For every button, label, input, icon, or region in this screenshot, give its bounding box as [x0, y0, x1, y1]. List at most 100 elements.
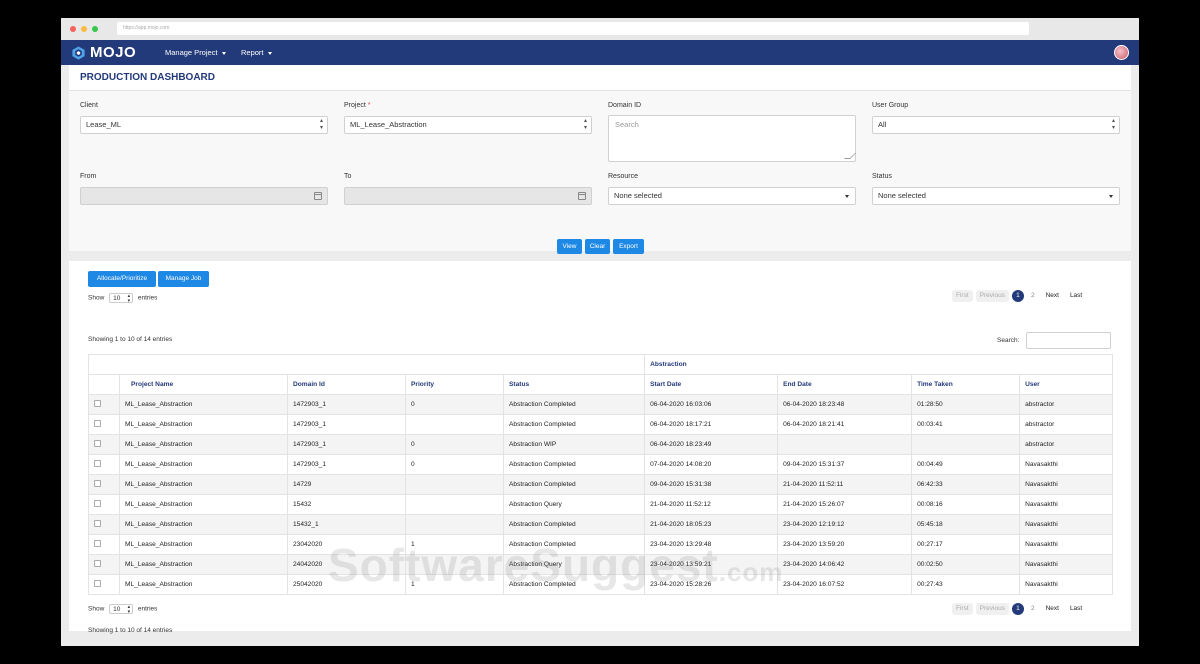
previous-page-button[interactable]: Previous — [975, 290, 1009, 302]
cell-user: abstractor — [1019, 434, 1114, 455]
column-header-start-date[interactable]: Start Date — [644, 374, 779, 395]
row-checkbox[interactable] — [94, 520, 101, 527]
cell-end-date: 23-04-2020 14:06:42 — [777, 554, 913, 575]
cell-user: Navasakthi — [1019, 574, 1114, 595]
entries-label: entries — [137, 605, 158, 613]
updown-arrows-icon: ▴ ▾ — [127, 604, 131, 615]
cell-project-name: ML_Lease_Abstraction — [119, 474, 288, 495]
page-2-button[interactable]: 2 — [1027, 290, 1039, 302]
table-row[interactable]: ML_Lease_Abstraction 14729 Abstraction Com… — [88, 474, 1114, 495]
row-checkbox[interactable] — [94, 480, 101, 487]
minimize-window-dot[interactable] — [81, 26, 87, 32]
export-button[interactable]: Export — [613, 239, 644, 254]
table-row[interactable]: ML_Lease_Abstraction 1472903_1 0 Abstractio… — [88, 394, 1114, 415]
page-length-select[interactable]: 10 ▴ ▾ — [109, 293, 134, 304]
table-search-input[interactable] — [1026, 332, 1111, 349]
page-length-select[interactable]: 10 ▴ ▾ — [109, 604, 134, 615]
cell-project-name: ML_Lease_Abstraction — [119, 414, 288, 435]
table-row[interactable]: ML_Lease_Abstraction 1472903_1 Abstraction… — [88, 414, 1114, 435]
row-checkbox[interactable] — [94, 420, 101, 427]
manage-job-button[interactable]: Manage Job — [158, 271, 209, 287]
table-row[interactable]: ML_Lease_Abstraction 1472903_1 0 Abstractio… — [88, 434, 1114, 455]
row-checkbox-cell — [88, 534, 120, 555]
table-row[interactable]: ML_Lease_Abstraction 15432 Abstraction Que… — [88, 494, 1114, 515]
row-checkbox[interactable] — [94, 460, 101, 467]
close-window-dot[interactable] — [70, 26, 76, 32]
first-page-button[interactable]: First — [952, 603, 973, 615]
last-page-button[interactable]: Last — [1066, 603, 1086, 615]
resource-label: Resource — [608, 173, 638, 180]
cell-time-taken: 00:04:49 — [911, 454, 1021, 475]
column-header-priority[interactable]: Priority — [405, 374, 504, 395]
next-page-button[interactable]: Next — [1042, 603, 1063, 615]
cell-start-date: 06-04-2020 18:17:21 — [644, 414, 779, 435]
cell-project-name: ML_Lease_Abstraction — [119, 394, 288, 415]
row-checkbox[interactable] — [94, 560, 101, 567]
previous-page-button[interactable]: Previous — [975, 603, 1009, 615]
column-header-user[interactable]: User — [1019, 374, 1114, 395]
cell-end-date: 21-04-2020 11:52:11 — [777, 474, 913, 495]
domain-id-label: Domain ID — [608, 102, 642, 109]
user-group-select[interactable]: All ▴ ▾ — [872, 116, 1120, 134]
from-date-input[interactable] — [80, 187, 328, 205]
column-header-end-date[interactable]: End Date — [777, 374, 913, 395]
resize-grip-icon[interactable] — [844, 153, 856, 159]
row-checkbox[interactable] — [94, 440, 101, 447]
table-row[interactable]: ML_Lease_Abstraction 23042020 1 Abstraction… — [88, 534, 1114, 555]
resource-multiselect[interactable]: None selected — [608, 187, 856, 205]
user-avatar[interactable] — [1114, 45, 1129, 60]
menu-manage-project-label: Manage Project — [165, 48, 218, 57]
column-header-project-name[interactable]: Project Name — [119, 374, 288, 395]
allocate-prioritize-button[interactable]: Allocate/Prioritize — [88, 271, 156, 287]
column-header-time-taken[interactable]: Time Taken — [911, 374, 1021, 395]
brand-logo[interactable]: MOJO — [71, 44, 136, 61]
maximize-window-dot[interactable] — [92, 26, 98, 32]
calendar-icon[interactable] — [314, 192, 322, 200]
updown-arrows-icon: ▴ ▾ — [1111, 118, 1115, 131]
clear-button[interactable]: Clear — [585, 239, 610, 254]
calendar-icon[interactable] — [578, 192, 586, 200]
client-select[interactable]: Lease_ML ▴ ▾ — [80, 116, 328, 134]
view-button[interactable]: View — [557, 239, 582, 254]
required-mark: * — [367, 102, 371, 109]
domain-id-textarea[interactable]: Search — [608, 115, 856, 162]
address-bar[interactable]: https://app.mojo.com — [117, 22, 1029, 35]
menu-manage-project[interactable]: Manage Project — [165, 40, 226, 65]
search-label: Search: — [997, 337, 1020, 344]
cell-user: abstractor — [1019, 394, 1114, 415]
cell-user: Navasakthi — [1019, 534, 1114, 555]
menu-report[interactable]: Report — [241, 40, 272, 65]
table-row[interactable]: ML_Lease_Abstraction 25042020 1 Abstraction… — [88, 574, 1114, 595]
select-all-column-header — [88, 374, 120, 395]
cell-end-date — [777, 434, 913, 455]
table-row[interactable]: ML_Lease_Abstraction 24042020 Abstraction … — [88, 554, 1114, 575]
last-page-button[interactable]: Last — [1066, 290, 1086, 302]
project-select[interactable]: ML_Lease_Abstraction ▴ ▾ — [344, 116, 592, 134]
table-row[interactable]: ML_Lease_Abstraction 1472903_1 0 Abstractio… — [88, 454, 1114, 475]
entries-label: entries — [137, 294, 158, 302]
page-header: PRODUCTION DASHBOARD — [69, 65, 1131, 91]
status-multiselect[interactable]: None selected — [872, 187, 1120, 205]
top-navbar: MOJO Manage Project Report — [61, 40, 1139, 65]
cell-status: Abstraction Completed — [502, 514, 646, 535]
table-row[interactable]: ML_Lease_Abstraction 15432_1 Abstraction C… — [88, 514, 1114, 535]
row-checkbox[interactable] — [94, 580, 101, 587]
cell-priority: 1 — [405, 574, 504, 595]
to-date-input[interactable] — [344, 187, 592, 205]
column-header-status[interactable]: Status — [502, 374, 646, 395]
cell-project-name: ML_Lease_Abstraction — [119, 514, 288, 535]
row-checkbox[interactable] — [94, 400, 101, 407]
cell-status: Abstraction Completed — [502, 574, 646, 595]
column-header-domain-id[interactable]: Domain Id — [287, 374, 406, 395]
row-checkbox[interactable] — [94, 540, 101, 547]
page-length-control-bottom: Show 10 ▴ ▾ entries — [88, 604, 158, 615]
page-1-button[interactable]: 1 — [1011, 290, 1024, 302]
next-page-button[interactable]: Next — [1042, 290, 1063, 302]
cell-end-date: 09-04-2020 15:31:37 — [777, 454, 913, 475]
cell-end-date: 23-04-2020 12:19:12 — [777, 514, 913, 535]
cell-domain-id: 1472903_1 — [287, 454, 406, 475]
page-1-button[interactable]: 1 — [1011, 603, 1024, 615]
page-2-button[interactable]: 2 — [1027, 603, 1039, 615]
row-checkbox[interactable] — [94, 500, 101, 507]
first-page-button[interactable]: First — [952, 290, 973, 302]
